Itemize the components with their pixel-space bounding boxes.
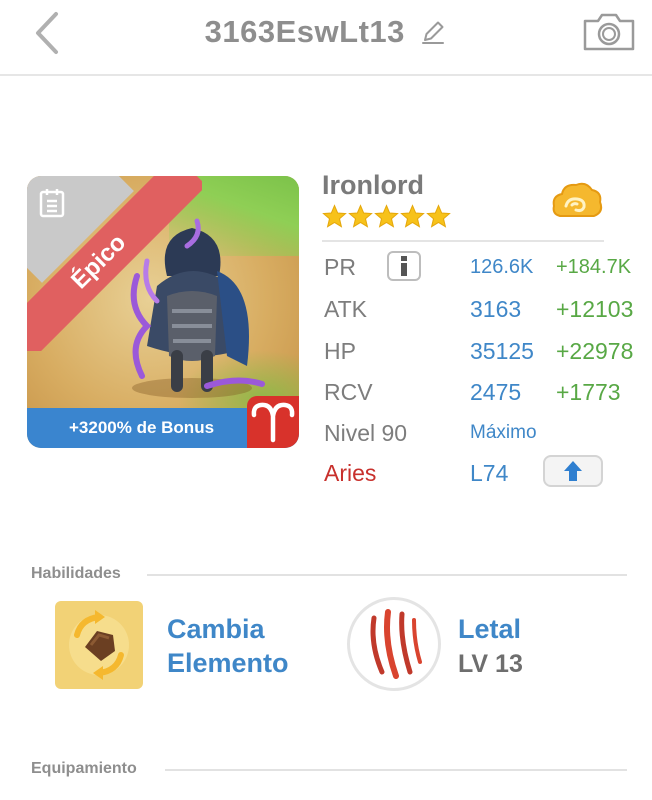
arrow-up-icon [564, 461, 582, 481]
star-icon [348, 204, 373, 228]
skills-section-divider [147, 574, 627, 576]
pr-label: PR [324, 254, 356, 280]
skill-swap-element-line1: Cambia [167, 614, 265, 644]
pr-bonus: +184.7K [556, 256, 632, 278]
atk-bonus: +12103 [556, 296, 634, 322]
skill-lethal-name: Letal [458, 614, 522, 644]
info-divider [322, 240, 604, 242]
skill-swap-element-button[interactable] [55, 601, 143, 689]
info-icon [401, 256, 407, 276]
swap-element-icon [69, 610, 129, 680]
zodiac-label: Aries [324, 460, 377, 486]
star-icon [374, 204, 399, 228]
camera-button[interactable] [582, 12, 636, 52]
skills-section-title: Habilidades [31, 565, 121, 582]
hero-card[interactable]: Épico +3200% de Bonus [27, 176, 299, 448]
hero-name: Ironlord [322, 170, 424, 200]
zodiac-level: L74 [470, 460, 509, 486]
document-icon [39, 189, 65, 218]
rcv-label: RCV [324, 379, 373, 405]
title-wrap: 3163EswLt13 [0, 14, 652, 50]
level-status: Máximo [470, 422, 537, 443]
page-title: 3163EswLt13 [204, 14, 405, 49]
atk-label: ATK [324, 296, 368, 322]
edit-pencil-icon [422, 21, 445, 44]
hp-bonus: +22978 [556, 338, 634, 364]
skill-swap-element-line2: Elemento [167, 648, 289, 678]
star-icon [426, 204, 451, 228]
hp-value: 35125 [470, 338, 534, 364]
coin-cloud-icon[interactable] [550, 178, 604, 228]
edit-name-button[interactable] [419, 18, 447, 46]
equipment-section-title: Equipamiento [31, 760, 137, 777]
hp-label: HP [324, 338, 356, 364]
bonus-label: +3200% de Bonus [69, 418, 215, 437]
top-bar: 3163EswLt13 [0, 0, 652, 76]
skill-swap-element-name: Cambia Elemento [167, 612, 289, 680]
pr-value: 126.6K [470, 256, 534, 278]
info-button[interactable] [387, 251, 421, 281]
star-icon [322, 204, 347, 228]
skill-lethal-level: LV 13 [458, 650, 523, 678]
atk-value: 3163 [470, 296, 522, 322]
equipment-section-divider [165, 769, 627, 771]
rcv-value: 2475 [470, 379, 522, 405]
camera-icon [583, 13, 635, 51]
claw-slash-icon [370, 609, 422, 679]
level-label: Nivel 90 [324, 420, 408, 446]
zodiac-upgrade-button[interactable] [543, 455, 603, 487]
rcv-bonus: +1773 [556, 379, 621, 405]
star-icon [400, 204, 425, 228]
zodiac-badge [247, 396, 299, 448]
star-rating [322, 204, 452, 230]
skill-lethal-button[interactable] [347, 597, 441, 691]
aries-icon [251, 402, 295, 443]
